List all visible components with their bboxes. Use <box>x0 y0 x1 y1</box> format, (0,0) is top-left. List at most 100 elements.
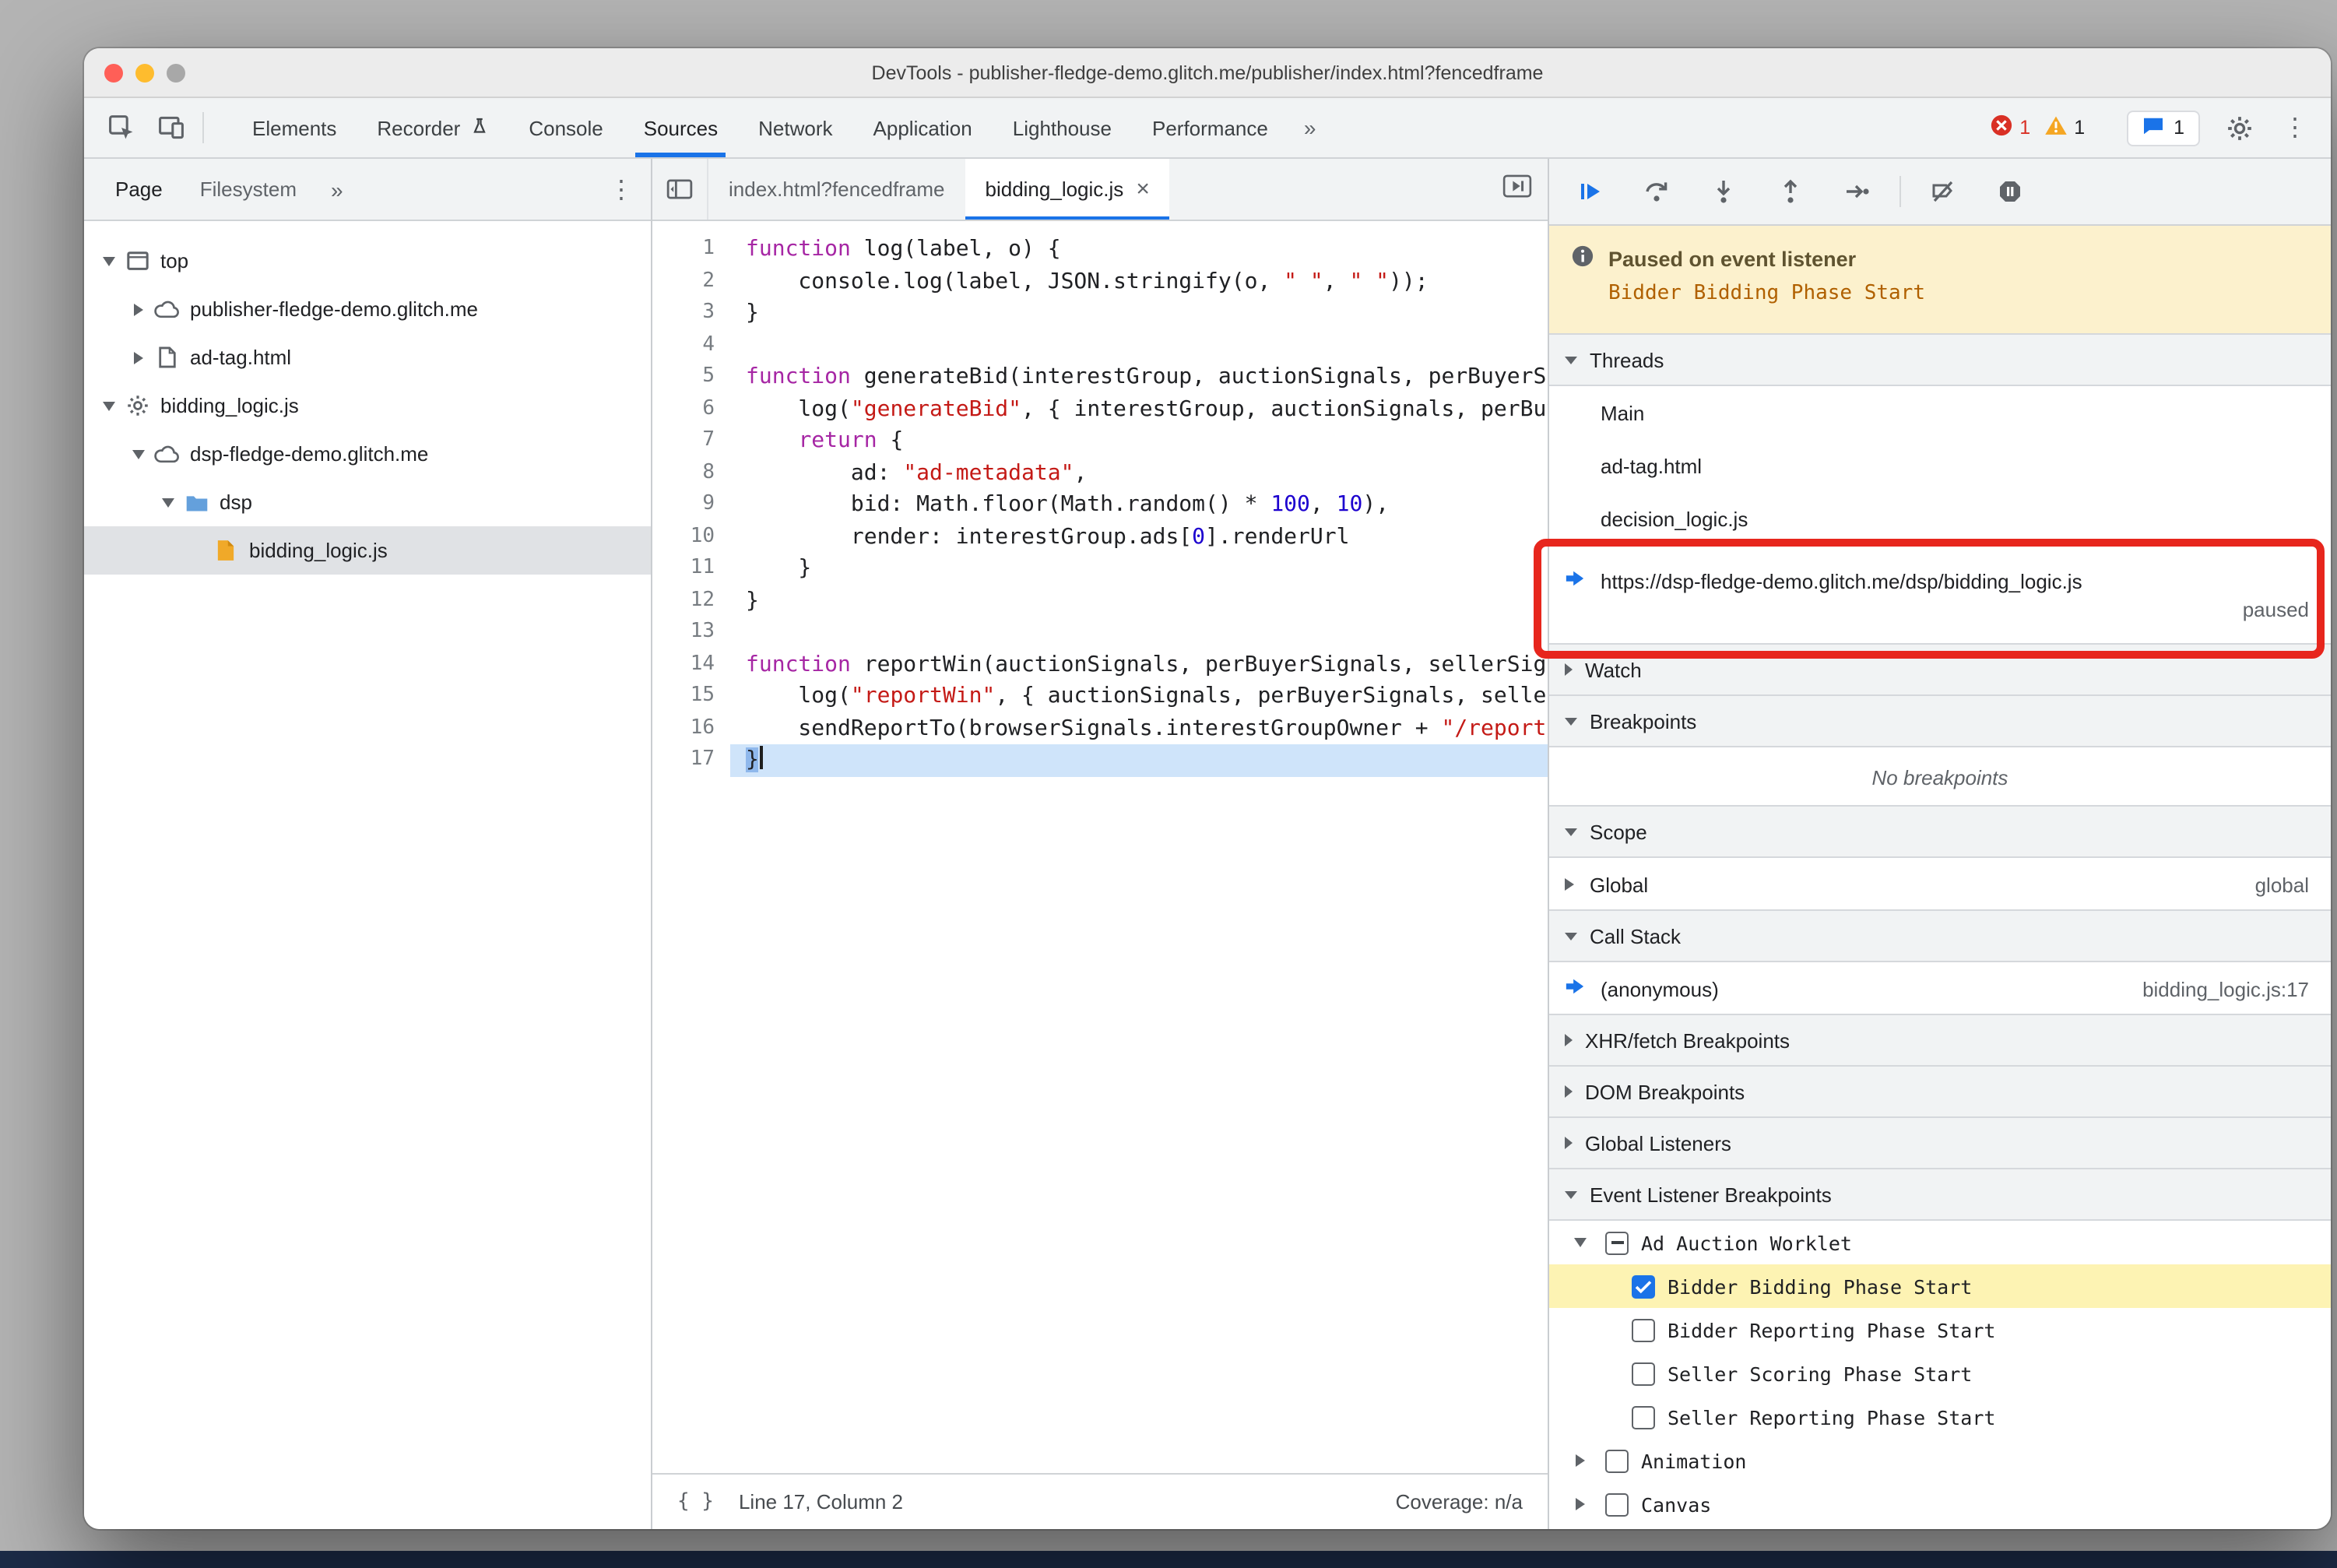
tab-network[interactable]: Network <box>738 98 852 157</box>
step-icon[interactable] <box>1845 179 1870 204</box>
thread-item-main[interactable]: Main <box>1549 386 2331 439</box>
line-number[interactable]: 16 <box>652 712 715 744</box>
line-number[interactable]: 6 <box>652 393 715 425</box>
tree-item-bidding-logic-file[interactable]: bidding_logic.js <box>84 526 651 575</box>
close-window-button[interactable] <box>104 63 123 82</box>
code-line[interactable]: } <box>746 297 1548 329</box>
tab-performance[interactable]: Performance <box>1132 98 1288 157</box>
deactivate-breakpoints-icon[interactable] <box>1931 179 1956 204</box>
tree-item-dsp-domain[interactable]: dsp-fledge-demo.glitch.me <box>84 430 651 478</box>
tab-filesystem[interactable]: Filesystem <box>181 159 315 220</box>
code-line[interactable]: } <box>746 553 1548 585</box>
section-header-call-stack[interactable]: Call Stack <box>1549 909 2331 962</box>
call-stack-frame-row[interactable]: (anonymous) bidding_logic.js:17 <box>1549 962 2331 1015</box>
code-line[interactable]: function generateBid(interestGroup, auct… <box>746 361 1548 393</box>
section-header-global-listeners[interactable]: Global Listeners <box>1549 1116 2331 1169</box>
line-number-gutter[interactable]: 1 2 3 4 5 6 7 8 9 10 11 12 13 14 15 16 17 <box>652 234 730 1473</box>
line-number[interactable]: 8 <box>652 457 715 489</box>
code-line[interactable] <box>746 617 1548 649</box>
unchecked-checkbox[interactable] <box>1632 1318 1655 1341</box>
elb-item-bidder-bidding-phase-start[interactable]: Bidder Bidding Phase Start <box>1549 1264 2331 1308</box>
editor-tab-bidding-logic[interactable]: bidding_logic.js × <box>965 159 1170 220</box>
line-number[interactable]: 2 <box>652 265 715 297</box>
tree-item-publisher-domain[interactable]: publisher-fledge-demo.glitch.me <box>84 285 651 333</box>
zoom-window-button[interactable] <box>167 63 185 82</box>
line-number[interactable]: 17 <box>652 744 715 776</box>
pause-on-exceptions-icon[interactable] <box>1998 179 2022 204</box>
elb-item-seller-scoring-phase-start[interactable]: Seller Scoring Phase Start <box>1549 1352 2331 1395</box>
devtools-menu-icon[interactable]: ⋮ <box>2278 112 2312 143</box>
minimize-window-button[interactable] <box>135 63 154 82</box>
code-line[interactable]: log("reportWin", { auctionSignals, perBu… <box>746 680 1548 712</box>
section-header-watch[interactable]: Watch <box>1549 643 2331 696</box>
expander-icon[interactable] <box>97 401 121 410</box>
unchecked-checkbox[interactable] <box>1605 1492 1629 1516</box>
elb-item-seller-reporting-phase-start[interactable]: Seller Reporting Phase Start <box>1549 1395 2331 1439</box>
expander-icon[interactable] <box>156 497 181 507</box>
expander-icon[interactable] <box>1565 878 1574 891</box>
tab-console[interactable]: Console <box>508 98 623 157</box>
indeterminate-checkbox[interactable] <box>1605 1231 1629 1254</box>
issues-button[interactable]: 1 <box>2127 110 2200 146</box>
line-number[interactable]: 5 <box>652 361 715 393</box>
tab-lighthouse[interactable]: Lighthouse <box>993 98 1132 157</box>
pretty-print-icon[interactable]: { } <box>677 1490 714 1514</box>
device-toolbar-icon[interactable] <box>146 98 196 157</box>
code-line[interactable]: function reportWin(auctionSignals, perBu… <box>746 649 1548 680</box>
section-header-event-listener-breakpoints[interactable]: Event Listener Breakpoints <box>1549 1168 2331 1221</box>
unchecked-checkbox[interactable] <box>1605 1449 1629 1472</box>
line-number[interactable]: 4 <box>652 329 715 361</box>
thread-item-decision-logic[interactable]: decision_logic.js <box>1549 492 2331 545</box>
thread-item-ad-tag[interactable]: ad-tag.html <box>1549 439 2331 492</box>
code-line[interactable]: sendReportTo(browserSignals.interestGrou… <box>746 712 1548 744</box>
line-number[interactable]: 7 <box>652 425 715 457</box>
step-over-icon[interactable] <box>1644 179 1669 204</box>
code-line[interactable]: render: interestGroup.ads[0].renderUrl <box>746 521 1548 553</box>
unchecked-checkbox[interactable] <box>1632 1405 1655 1429</box>
code-line[interactable]: function log(label, o) { <box>746 234 1548 265</box>
code-line[interactable]: } <box>746 585 1548 617</box>
titlebar[interactable]: DevTools - publisher-fledge-demo.glitch.… <box>84 48 2331 98</box>
elb-group-ad-auction-worklet[interactable]: Ad Auction Worklet <box>1549 1221 2331 1264</box>
line-number[interactable]: 10 <box>652 521 715 553</box>
line-number[interactable]: 15 <box>652 680 715 712</box>
expander-icon[interactable] <box>1568 1454 1593 1467</box>
code-line[interactable]: console.log(label, JSON.stringify(o, " "… <box>746 265 1548 297</box>
navigator-menu-icon[interactable]: ⋮ <box>604 174 638 205</box>
expander-icon[interactable] <box>1568 1498 1593 1510</box>
code-line[interactable]: } <box>730 744 1548 776</box>
close-tab-icon[interactable]: × <box>1136 176 1150 202</box>
section-header-threads[interactable]: Threads <box>1549 333 2331 386</box>
tab-sources[interactable]: Sources <box>624 98 738 157</box>
navigator-toggle-icon[interactable] <box>652 159 708 220</box>
expander-icon[interactable] <box>126 449 151 459</box>
section-header-dom-breakpoints[interactable]: DOM Breakpoints <box>1549 1065 2331 1118</box>
inspect-element-icon[interactable] <box>97 98 146 157</box>
code-line[interactable]: return { <box>746 425 1548 457</box>
tree-item-bidding-logic-worklet[interactable]: bidding_logic.js <box>84 381 651 430</box>
expander-icon[interactable] <box>97 256 121 265</box>
line-number[interactable]: 14 <box>652 649 715 680</box>
more-panels-chevron[interactable]: » <box>1288 98 1332 157</box>
editor-tab-index-html[interactable]: index.html?fencedframe <box>708 159 965 220</box>
unchecked-checkbox[interactable] <box>1632 1362 1655 1385</box>
expander-icon[interactable] <box>126 351 151 364</box>
tab-application[interactable]: Application <box>853 98 993 157</box>
line-number[interactable]: 9 <box>652 489 715 521</box>
step-out-icon[interactable] <box>1778 179 1803 204</box>
settings-gear-icon[interactable] <box>2214 114 2264 141</box>
line-number[interactable]: 11 <box>652 553 715 585</box>
expander-icon[interactable] <box>126 303 151 315</box>
code-editor[interactable]: 1 2 3 4 5 6 7 8 9 10 11 12 13 14 15 16 17 function log(l… <box>652 221 1548 1473</box>
tree-item-ad-tag[interactable]: ad-tag.html <box>84 333 651 381</box>
elb-group-canvas[interactable]: Canvas <box>1549 1482 2331 1526</box>
code-line[interactable]: log("generateBid", { interestGroup, auct… <box>746 393 1548 425</box>
elb-item-bidder-reporting-phase-start[interactable]: Bidder Reporting Phase Start <box>1549 1308 2331 1352</box>
line-number[interactable]: 12 <box>652 585 715 617</box>
expander-icon[interactable] <box>1568 1238 1593 1247</box>
line-number[interactable]: 1 <box>652 234 715 265</box>
code-lines[interactable]: function log(label, o) { console.log(lab… <box>730 234 1548 1473</box>
more-navigator-tabs-chevron[interactable]: » <box>315 177 359 202</box>
error-badge[interactable]: 1 <box>1990 114 2030 142</box>
elb-group-animation[interactable]: Animation <box>1549 1439 2331 1482</box>
